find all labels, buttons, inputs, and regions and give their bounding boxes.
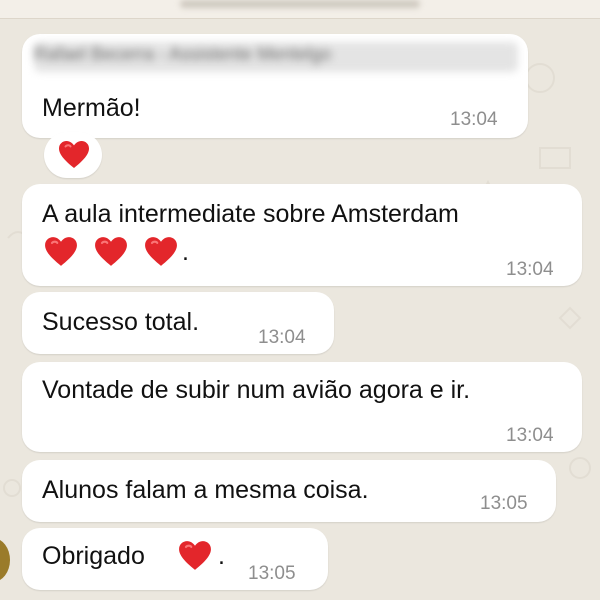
red-heart-emoji-icon <box>178 540 212 572</box>
message-time: 13:04 <box>258 327 306 348</box>
message-time: 13:04 <box>506 259 554 280</box>
message-text-suffix: . <box>218 542 225 570</box>
message-time: 13:05 <box>248 563 296 584</box>
red-heart-emoji-icon <box>44 236 78 268</box>
message-bubble[interactable]: A aula intermediate sobre Amsterdam . 13… <box>22 184 582 286</box>
sender-name: Rafael Becerra - Assistente Mentelgo <box>34 44 332 64</box>
message-text-line1: A aula intermediate sobre Amsterdam <box>42 200 459 228</box>
message-text-suffix: . <box>182 238 189 266</box>
message-bubble[interactable]: Sucesso total. 13:04 <box>22 292 334 354</box>
message-text: Mermão! <box>42 94 141 122</box>
message-text: Sucesso total. <box>42 308 200 336</box>
red-heart-emoji-icon <box>144 236 178 268</box>
red-heart-emoji-icon <box>58 140 90 170</box>
message-text: Obrigado <box>42 542 145 570</box>
message-time: 13:04 <box>450 109 498 130</box>
message-time: 13:05 <box>480 493 528 514</box>
message-bubble[interactable]: Obrigado . 13:05 <box>22 528 328 590</box>
message-reaction[interactable] <box>44 132 102 178</box>
chat-header-title <box>180 0 420 8</box>
message-bubble[interactable]: Vontade de subir num avião agora e ir. 1… <box>22 362 582 452</box>
message-time: 13:04 <box>506 425 554 446</box>
red-heart-emoji-icon <box>94 236 128 268</box>
message-text: Alunos falam a mesma coisa. <box>42 476 369 504</box>
chat-header <box>0 0 600 19</box>
message-bubble[interactable]: Alunos falam a mesma coisa. 13:05 <box>22 460 556 522</box>
message-bubble[interactable]: Rafael Becerra - Assistente Mentelgo Mer… <box>22 34 528 138</box>
message-text: Vontade de subir num avião agora e ir. <box>42 376 471 404</box>
